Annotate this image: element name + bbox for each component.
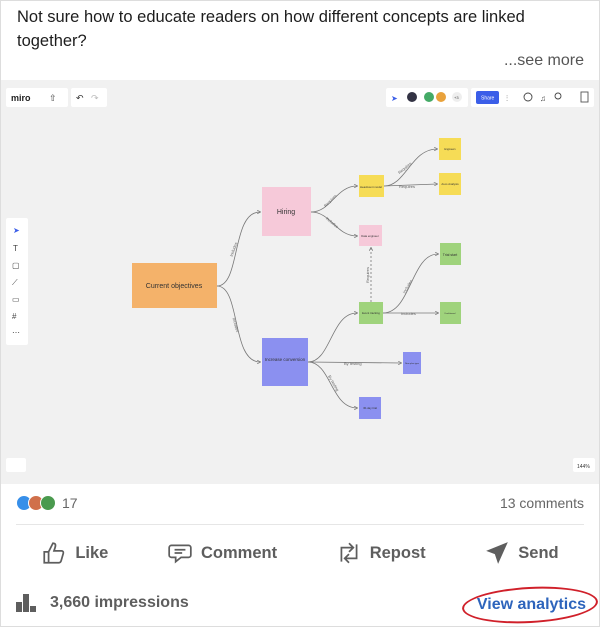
edge-label: Includes [325,216,340,229]
edge-label: Includes [232,317,241,333]
node-label: Increase conversion [265,357,306,362]
reactions-count: 17 [62,495,78,511]
bell-icon[interactable]: ♫ [540,94,546,103]
post-image-miro-board[interactable]: miro ⇧ ↶ ↷ ➤ +3 Share ⫶ ♫ ➤ T ▢ ⟋ ▭ # ⋯ … [1,80,599,484]
see-more-link[interactable]: ...see more [504,52,584,70]
node-label: Trial start [443,253,457,257]
send-label: Send [518,543,559,562]
avatar[interactable] [407,92,417,102]
post-text: Not sure how to educate readers on how d… [17,8,525,50]
edge-label: Requires [323,193,338,208]
comment-label: Comment [200,543,278,562]
edge-label: Includes [402,279,414,294]
repost-icon [340,542,358,564]
node-label: Engineers [444,148,456,151]
insightful-reaction-icon [40,495,56,511]
comment-tool-icon[interactable]: ▭ [12,295,20,304]
node-label: Dashboard [445,312,456,315]
edge-label: Requires [399,184,415,189]
reactions[interactable]: 17 [16,495,78,511]
settings-icon[interactable]: ⫶ [506,94,508,103]
social-counts: 17 13 comments [16,493,584,513]
thumbs-up-icon [43,542,65,564]
avatar[interactable] [436,92,446,102]
avatar[interactable] [424,92,434,102]
node-label: Hiring [277,209,295,216]
divider [16,524,584,525]
share-label: Share [481,96,495,102]
impressions-count: 3,660 impressions [50,594,189,611]
cursor-icon[interactable]: ➤ [391,94,398,103]
zoom-level: 144% [577,464,590,470]
edge-label: Requires [365,267,370,283]
comment-icon [168,544,192,564]
pen-icon[interactable]: ⟋ [12,278,18,287]
minimap-button[interactable] [6,458,26,472]
bar-chart-icon [16,594,36,612]
node-label: New plan type [405,362,420,365]
node-label: Headcount model [360,185,382,189]
node-increase-conversion[interactable] [262,338,308,386]
send-icon [486,542,509,564]
comments-count[interactable]: 13 comments [500,495,584,511]
action-bar: Like Comment Repost Send [0,535,600,571]
text-tool-icon[interactable]: T [13,244,18,253]
miro-logo: miro [11,93,31,103]
node-label: Event tracking [362,311,380,315]
frame-tool-icon[interactable]: # [12,312,17,321]
undo-icon[interactable]: ↶ [76,93,84,103]
send-button[interactable]: Send [484,535,559,571]
like-label: Like [75,543,109,562]
upload-icon[interactable]: ⇧ [49,93,57,103]
select-tool-icon[interactable]: ➤ [13,226,20,235]
node-label: Data engineer [361,234,379,238]
redo-icon[interactable]: ↷ [91,93,99,103]
repost-button[interactable]: Repost [336,535,426,571]
node-label: Current objectives [146,283,203,290]
comment-button[interactable]: Comment [167,535,277,571]
edge-label: Includes [401,311,416,316]
sticky-note-icon[interactable]: ▢ [12,261,20,270]
node-label: 30-day trial [363,406,377,410]
repost-label: Repost [369,543,426,562]
edge-label: By testing [344,361,362,366]
like-button[interactable]: Like [41,535,108,571]
node-label: As-is Analysis [441,182,459,186]
more-users-count: +3 [454,95,459,100]
impressions: 3,660 impressions [16,594,189,612]
view-analytics-link[interactable]: View analytics [477,596,586,614]
more-tools-icon[interactable]: ⋯ [12,328,20,337]
